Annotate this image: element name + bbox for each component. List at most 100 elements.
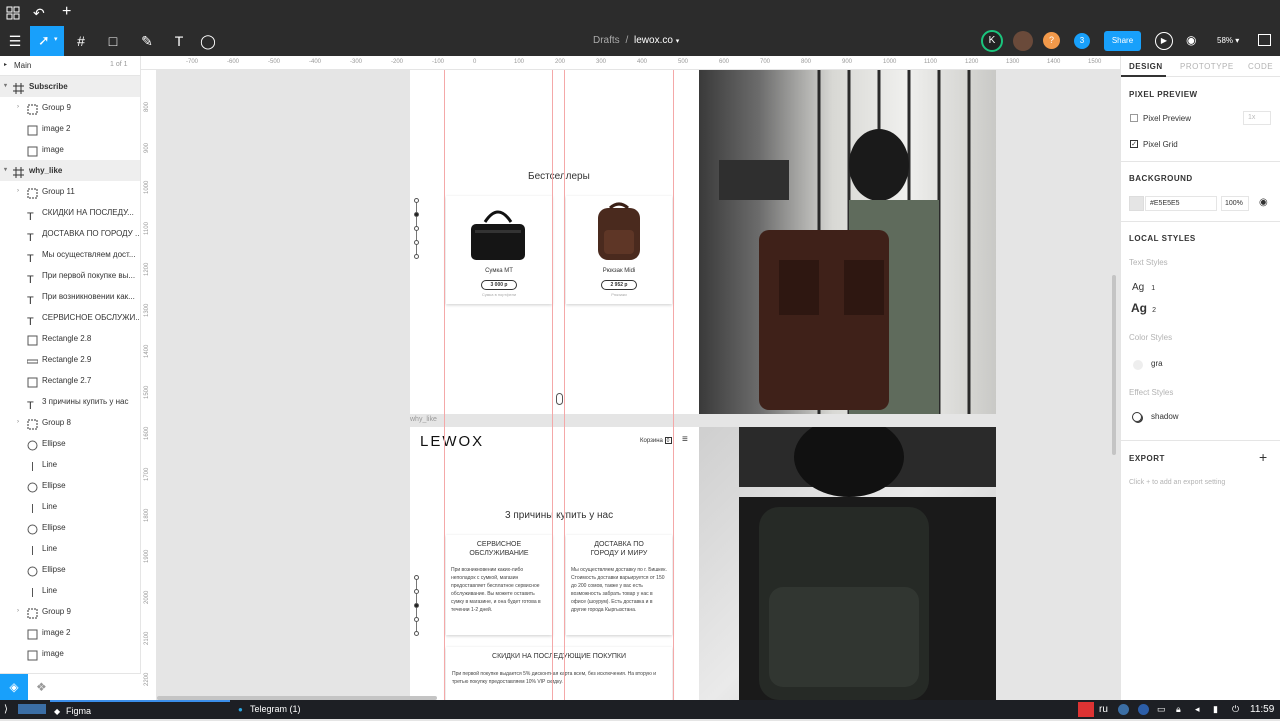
product-card[interactable]: Рюкзак Midi 2 952 р Рюкзаки — [566, 196, 672, 304]
layer-item[interactable]: image 2 — [0, 118, 140, 139]
shadow-effect-icon[interactable] — [1132, 412, 1142, 422]
logo[interactable]: LEWOX — [420, 433, 484, 450]
layer-item[interactable]: T СЕРВИСНОЕ ОБСЛУЖИ... — [0, 307, 140, 328]
canvas[interactable]: Бестселлеры Сумка MT 3 000 р Сумка в пор… — [157, 70, 1120, 700]
layer-item[interactable]: › Group 11 — [0, 181, 140, 202]
layer-frame[interactable]: ▾ Subscribe — [0, 76, 140, 97]
share-button[interactable]: Share — [1104, 31, 1141, 51]
components-icon[interactable]: ❖ — [36, 674, 47, 701]
layer-item[interactable]: Rectangle 2.9 — [0, 349, 140, 370]
pixel-grid-checkbox[interactable]: ✓ — [1130, 140, 1138, 148]
page-selector[interactable]: ▸ Main 1 of 1 — [0, 56, 140, 76]
user-avatar-photo[interactable] — [1013, 31, 1033, 51]
text-tool-icon[interactable]: T — [170, 26, 188, 56]
layer-item[interactable]: Rectangle 2.8 — [0, 328, 140, 349]
breadcrumb-drafts[interactable]: Drafts — [593, 35, 620, 46]
caret-right-icon[interactable]: › — [17, 601, 19, 622]
cart-link[interactable]: Корзина 0 — [640, 437, 672, 444]
taskbar-app-figma[interactable]: ◆ Figma — [50, 700, 230, 721]
layer-item[interactable]: T ДОСТАВКА ПО ГОРОДУ ... — [0, 223, 140, 244]
hamburger-icon[interactable]: ≡ — [682, 434, 688, 445]
view-eye-icon[interactable]: ◉ — [1186, 33, 1196, 47]
background-hex-input[interactable]: #E5E5E5 — [1145, 196, 1217, 211]
panel-toggle-icon[interactable] — [1258, 34, 1271, 46]
layer-item[interactable]: › Group 9 — [0, 97, 140, 118]
background-swatch[interactable] — [1129, 196, 1144, 211]
taskbar-app-telegram[interactable]: ● Telegram (1) — [236, 700, 301, 719]
pixel-preview-checkbox[interactable] — [1130, 114, 1138, 122]
keyboard-language[interactable]: ru — [1099, 700, 1108, 719]
assets-toggle[interactable]: ◈ ❖ — [0, 673, 141, 701]
move-tool-button[interactable]: ➚ ▾ — [30, 26, 64, 56]
new-tab-icon[interactable]: + — [62, 3, 71, 21]
battery-icon[interactable]: ▮ — [1213, 700, 1218, 719]
user-avatar-k[interactable]: K — [981, 30, 1003, 52]
chevron-down-icon[interactable]: ▾ — [676, 38, 680, 45]
tray-icon[interactable] — [1118, 704, 1129, 715]
layer-item[interactable]: image — [0, 643, 140, 664]
workspace-switcher[interactable] — [18, 704, 46, 714]
menu-icon[interactable]: ☰ — [6, 26, 24, 56]
layer-item[interactable]: Ellipse — [0, 559, 140, 580]
start-menu-icon[interactable]: ⟩ — [4, 700, 8, 719]
layer-item[interactable]: T СКИДКИ НА ПОСЛЕДУ... — [0, 202, 140, 223]
apps-grid-icon[interactable] — [6, 6, 20, 20]
layer-item[interactable]: › Group 8 — [0, 412, 140, 433]
layer-frame[interactable]: ▾ why_like — [0, 160, 140, 181]
slider-dots[interactable] — [413, 575, 421, 637]
lock-icon[interactable]: 🔒︎ — [1176, 700, 1181, 719]
add-export-icon[interactable]: + — [1259, 449, 1267, 465]
layer-item[interactable]: T 3 причины купить у нас — [0, 391, 140, 412]
effect-style-name[interactable]: shadow — [1151, 412, 1179, 421]
layer-item[interactable]: Line — [0, 454, 140, 475]
comment-tool-icon[interactable]: ◯ — [198, 26, 218, 56]
layer-item[interactable]: T При первой покупке вы... — [0, 265, 140, 286]
text-style-1[interactable]: Ag 1 — [1132, 281, 1155, 293]
clock[interactable]: 11:59 — [1250, 700, 1274, 719]
caret-right-icon[interactable]: › — [17, 181, 19, 202]
layer-item[interactable]: Line — [0, 580, 140, 601]
tab-code[interactable]: CODE — [1248, 62, 1273, 71]
color-style-swatch[interactable] — [1133, 360, 1143, 370]
caret-right-icon[interactable]: › — [17, 412, 19, 433]
caret-right-icon[interactable]: › — [17, 97, 19, 118]
network-icon[interactable]: ▭ — [1157, 700, 1166, 719]
shape-tool-icon[interactable]: □ — [103, 26, 123, 56]
slider-dots[interactable] — [413, 198, 421, 260]
back-arrow-icon[interactable]: ↶ — [33, 5, 45, 22]
text-style-2[interactable]: Ag 2 — [1131, 301, 1156, 315]
layer-item[interactable]: Line — [0, 538, 140, 559]
layer-item[interactable]: T Мы осуществляем дост... — [0, 244, 140, 265]
pixel-preview-scale[interactable]: 1x — [1243, 111, 1271, 125]
product-card[interactable]: Сумка MT 3 000 р Сумка в портфели — [446, 196, 552, 304]
caret-down-icon[interactable]: ▾ — [4, 160, 7, 181]
layer-item[interactable]: Rectangle 2.7 — [0, 370, 140, 391]
layer-item[interactable]: image 2 — [0, 622, 140, 643]
layer-item[interactable]: Ellipse — [0, 475, 140, 496]
frame-tool-icon[interactable]: # — [70, 26, 92, 56]
layer-item[interactable]: image — [0, 139, 140, 160]
file-name[interactable]: lewox.co — [634, 35, 673, 46]
price-badge[interactable]: 2 952 р — [601, 280, 637, 290]
layer-item[interactable]: Ellipse — [0, 517, 140, 538]
tab-prototype[interactable]: PROTOTYPE — [1180, 62, 1234, 71]
zoom-level[interactable]: 58% ▾ — [1217, 36, 1239, 45]
background-opacity-input[interactable]: 100% — [1221, 196, 1249, 211]
tab-design[interactable]: DESIGN — [1129, 62, 1163, 71]
user-count-badge[interactable]: 3 — [1074, 33, 1090, 49]
visibility-eye-icon[interactable]: ◉ — [1259, 197, 1268, 208]
vertical-scrollbar[interactable] — [1112, 275, 1116, 455]
layer-item[interactable]: T При возникновении как... — [0, 286, 140, 307]
pen-tool-icon[interactable]: ✎ — [137, 26, 157, 56]
user-avatar-orange[interactable]: ? — [1043, 32, 1060, 49]
color-style-name[interactable]: gra — [1151, 359, 1163, 368]
present-play-icon[interactable]: ▶ — [1155, 32, 1173, 50]
frame-label-why-like[interactable]: why_like — [410, 416, 437, 423]
layer-item[interactable]: › Group 9 — [0, 601, 140, 622]
layers-icon[interactable]: ◈ — [0, 674, 28, 701]
bluetooth-icon[interactable] — [1138, 704, 1149, 715]
layer-item[interactable]: Line — [0, 496, 140, 517]
volume-icon[interactable]: ◂ — [1195, 700, 1200, 719]
price-badge[interactable]: 3 000 р — [481, 280, 517, 290]
tray-red-icon[interactable] — [1078, 702, 1094, 717]
